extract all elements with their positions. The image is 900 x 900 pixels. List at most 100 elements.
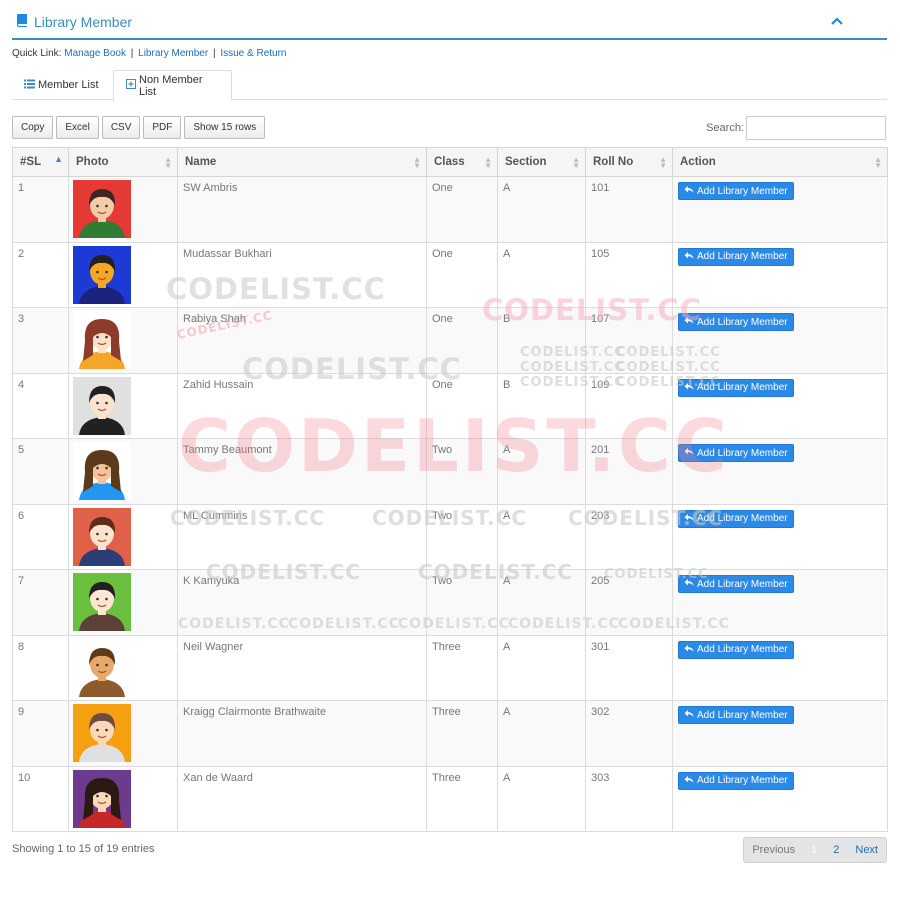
column-header-label: Section	[505, 156, 547, 168]
column-header-photo[interactable]: Photo ▲ ▼	[68, 147, 178, 177]
photo-cell	[68, 569, 178, 636]
name-cell: Mudassar Bukhari	[177, 241, 427, 308]
copy-button[interactable]: Copy	[12, 116, 54, 139]
section-cell: A	[497, 700, 586, 767]
class-cell: Three	[426, 765, 498, 832]
search-input[interactable]	[746, 116, 886, 140]
quick-link-issue-return[interactable]: Issue & Return	[220, 48, 286, 59]
reply-icon	[684, 447, 694, 459]
photo-cell	[68, 307, 178, 374]
section-cell: A	[497, 176, 586, 243]
column-header-roll-no[interactable]: Roll No ▲ ▼	[585, 147, 673, 177]
column-header-label: Action	[680, 156, 716, 168]
section-cell: A	[497, 241, 586, 308]
action-cell: Add Library Member	[672, 438, 888, 505]
page-2-button[interactable]: 2	[825, 844, 847, 856]
next-page-button[interactable]: Next	[847, 844, 886, 856]
column-header-action[interactable]: Action ▲ ▼	[672, 147, 888, 177]
name-cell: Kraigg Clairmonte Brathwaite	[177, 700, 427, 767]
tab-bar: Member List Non Member List	[12, 70, 887, 101]
sl-cell: 9	[12, 700, 69, 767]
add-library-member-button[interactable]: Add Library Member	[678, 706, 794, 724]
photo-cell	[68, 372, 178, 439]
roll-no-cell: 201	[585, 438, 673, 505]
section-cell: B	[497, 372, 586, 439]
add-library-member-button[interactable]: Add Library Member	[678, 771, 794, 790]
table-row: 7 K Kamyuka Two A 205 Add Library Member	[12, 569, 888, 636]
name-cell: Rabiya Shah	[177, 307, 427, 374]
section-cell: A	[497, 765, 586, 832]
name-cell: Xan de Waard	[177, 765, 427, 832]
show-rows-button[interactable]: Show 15 rows	[184, 116, 266, 139]
sl-cell: 3	[12, 307, 69, 374]
add-library-member-button[interactable]: Add Library Member	[678, 509, 794, 528]
action-cell: Add Library Member	[672, 176, 888, 243]
action-cell: Add Library Member	[672, 765, 888, 832]
add-library-member-button[interactable]: Add Library Member	[678, 378, 794, 397]
photo-cell	[68, 503, 178, 570]
page-1-button[interactable]: 1	[803, 844, 825, 856]
name-cell: ML Cummins	[177, 503, 427, 570]
column-header-section[interactable]: Section ▲ ▼	[497, 147, 586, 177]
add-library-member-button[interactable]: Add Library Member	[678, 444, 794, 462]
sort-icon: ▲ ▼	[164, 155, 172, 170]
column-header-label: #SL	[20, 156, 42, 168]
action-cell: Add Library Member	[672, 307, 888, 374]
add-library-member-button[interactable]: Add Library Member	[678, 247, 794, 266]
page-title: Library Member	[34, 14, 133, 30]
tab-non-member-list[interactable]: Non Member List	[113, 70, 232, 101]
quick-link-label: Quick Link:	[12, 48, 62, 59]
avatar	[73, 311, 131, 369]
add-library-member-button[interactable]: Add Library Member	[678, 182, 794, 200]
sort-icon: ▲ ▼	[484, 155, 492, 170]
reply-icon	[684, 578, 694, 590]
tab-non-member-list-label: Non Member List	[139, 73, 203, 98]
sl-cell: 5	[12, 438, 69, 505]
add-library-member-label: Add Library Member	[697, 709, 788, 721]
panel-header: Library Member	[12, 6, 887, 40]
non-member-table: #SL ▲ Photo ▲ ▼ Name ▲ ▼ Class ▲ ▼ Section ▲ ▼ Ro…	[12, 147, 888, 832]
csv-button[interactable]: CSV	[101, 116, 141, 139]
column-header-label: Class	[434, 156, 465, 168]
quick-link-separator: |	[130, 48, 134, 59]
action-cell: Add Library Member	[672, 241, 888, 308]
table-row: 2 Mudassar Bukhari One A 105 Add Library…	[12, 241, 888, 308]
table-info: Showing 1 to 15 of 19 entries	[12, 843, 155, 855]
export-buttons: Copy Excel CSV PDF Show 15 rows	[12, 116, 266, 139]
add-library-member-label: Add Library Member	[697, 513, 788, 524]
class-cell: Three	[426, 634, 498, 701]
sl-cell: 6	[12, 503, 69, 570]
sort-icon: ▲ ▼	[874, 155, 882, 170]
add-library-member-button[interactable]: Add Library Member	[678, 640, 794, 659]
name-cell: SW Ambris	[177, 176, 427, 243]
avatar	[73, 376, 131, 435]
avatar	[73, 245, 131, 304]
roll-no-cell: 301	[585, 634, 673, 701]
name-cell: Neil Wagner	[177, 634, 427, 701]
pdf-button[interactable]: PDF	[143, 116, 182, 139]
add-library-member-button[interactable]: Add Library Member	[678, 313, 794, 331]
add-library-member-label: Add Library Member	[697, 775, 788, 786]
quick-link-library-member[interactable]: Library Member	[138, 48, 208, 59]
column-header-sl[interactable]: #SL ▲	[12, 147, 69, 177]
class-cell: Two	[426, 438, 498, 505]
sl-cell: 10	[12, 765, 69, 832]
reply-icon	[684, 382, 694, 394]
table-row: 10 Xan de Waard Three A 303 Add Library	[12, 765, 888, 832]
section-cell: A	[497, 438, 586, 505]
column-header-name[interactable]: Name ▲ ▼	[177, 147, 427, 177]
tab-member-list[interactable]: Member List	[12, 70, 112, 100]
search-label: Search:	[706, 122, 744, 134]
class-cell: Two	[426, 503, 498, 570]
quick-link-manage-book[interactable]: Manage Book	[64, 48, 126, 59]
add-library-member-button[interactable]: Add Library Member	[678, 575, 794, 593]
reply-icon	[684, 251, 694, 263]
section-cell: A	[497, 503, 586, 570]
action-cell: Add Library Member	[672, 503, 888, 570]
column-header-class[interactable]: Class ▲ ▼	[426, 147, 498, 177]
sort-icon: ▲ ▼	[659, 155, 667, 170]
chevron-up-icon[interactable]	[831, 14, 843, 29]
class-cell: One	[426, 241, 498, 308]
previous-page-button[interactable]: Previous	[744, 844, 803, 856]
excel-button[interactable]: Excel	[56, 116, 99, 139]
